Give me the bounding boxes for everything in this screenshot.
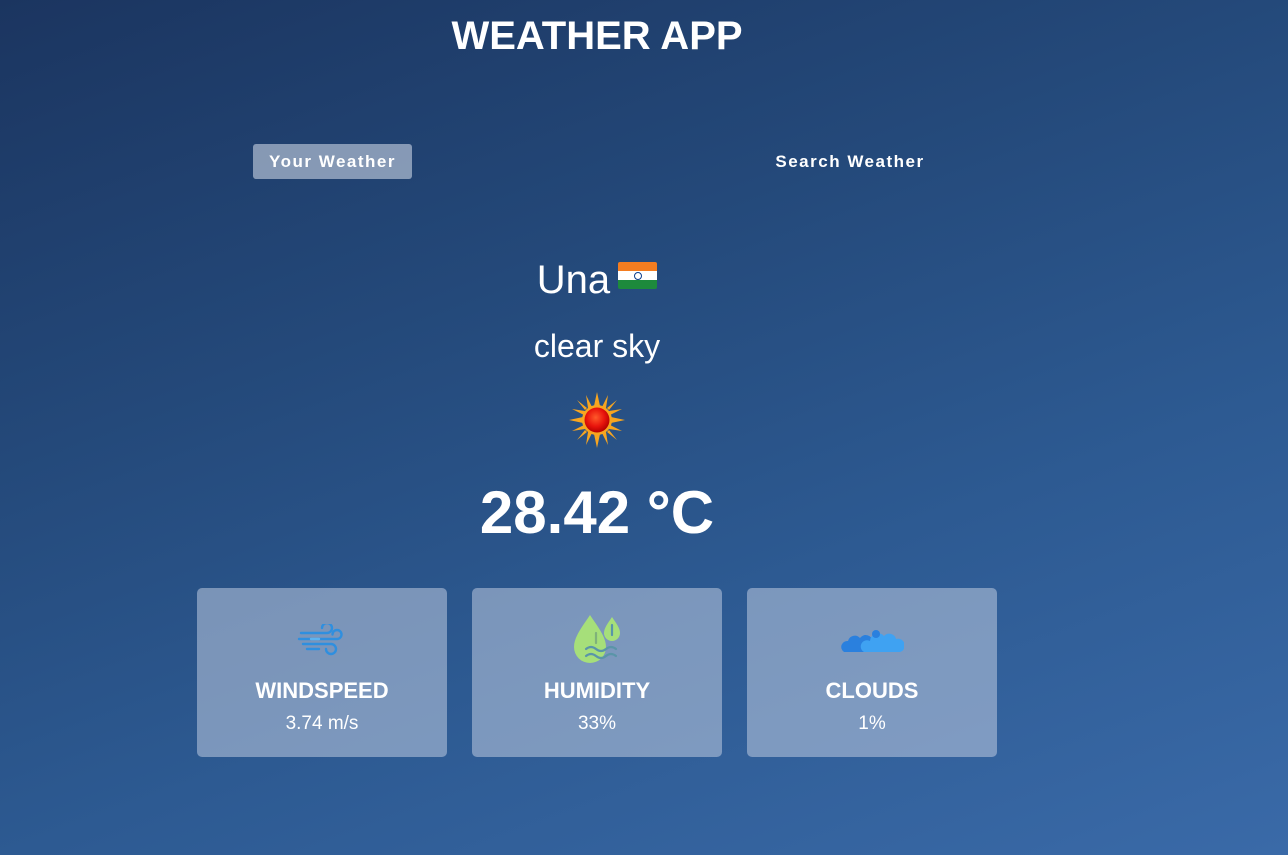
windspeed-label: WINDSPEED	[255, 678, 389, 703]
humidity-icon	[574, 615, 620, 663]
windspeed-value: 3.74 m/s	[285, 713, 359, 734]
humidity-value: 33%	[577, 713, 617, 734]
humidity-card: HUMIDITY 33%	[472, 588, 722, 757]
wind-icon	[297, 624, 343, 656]
clouds-value: 1%	[858, 713, 886, 734]
clouds-label: CLOUDS	[825, 678, 919, 703]
app-title: WEATHER APP	[451, 14, 743, 58]
tab-search-weather[interactable]: Search Weather	[760, 144, 940, 179]
windspeed-card: WINDSPEED 3.74 m/s	[197, 588, 447, 757]
tab-your-weather[interactable]: Your Weather	[253, 144, 412, 179]
india-flag-icon	[618, 262, 658, 289]
humidity-label: HUMIDITY	[543, 678, 651, 703]
weather-description: clear sky	[533, 328, 661, 364]
clouds-card: CLOUDS 1%	[747, 588, 997, 757]
city-heading: Una	[0, 258, 1194, 303]
temperature: 28.42 °C	[479, 479, 715, 546]
sun-icon	[569, 392, 625, 448]
city-name: Una	[536, 258, 611, 302]
clouds-icon	[841, 630, 904, 652]
